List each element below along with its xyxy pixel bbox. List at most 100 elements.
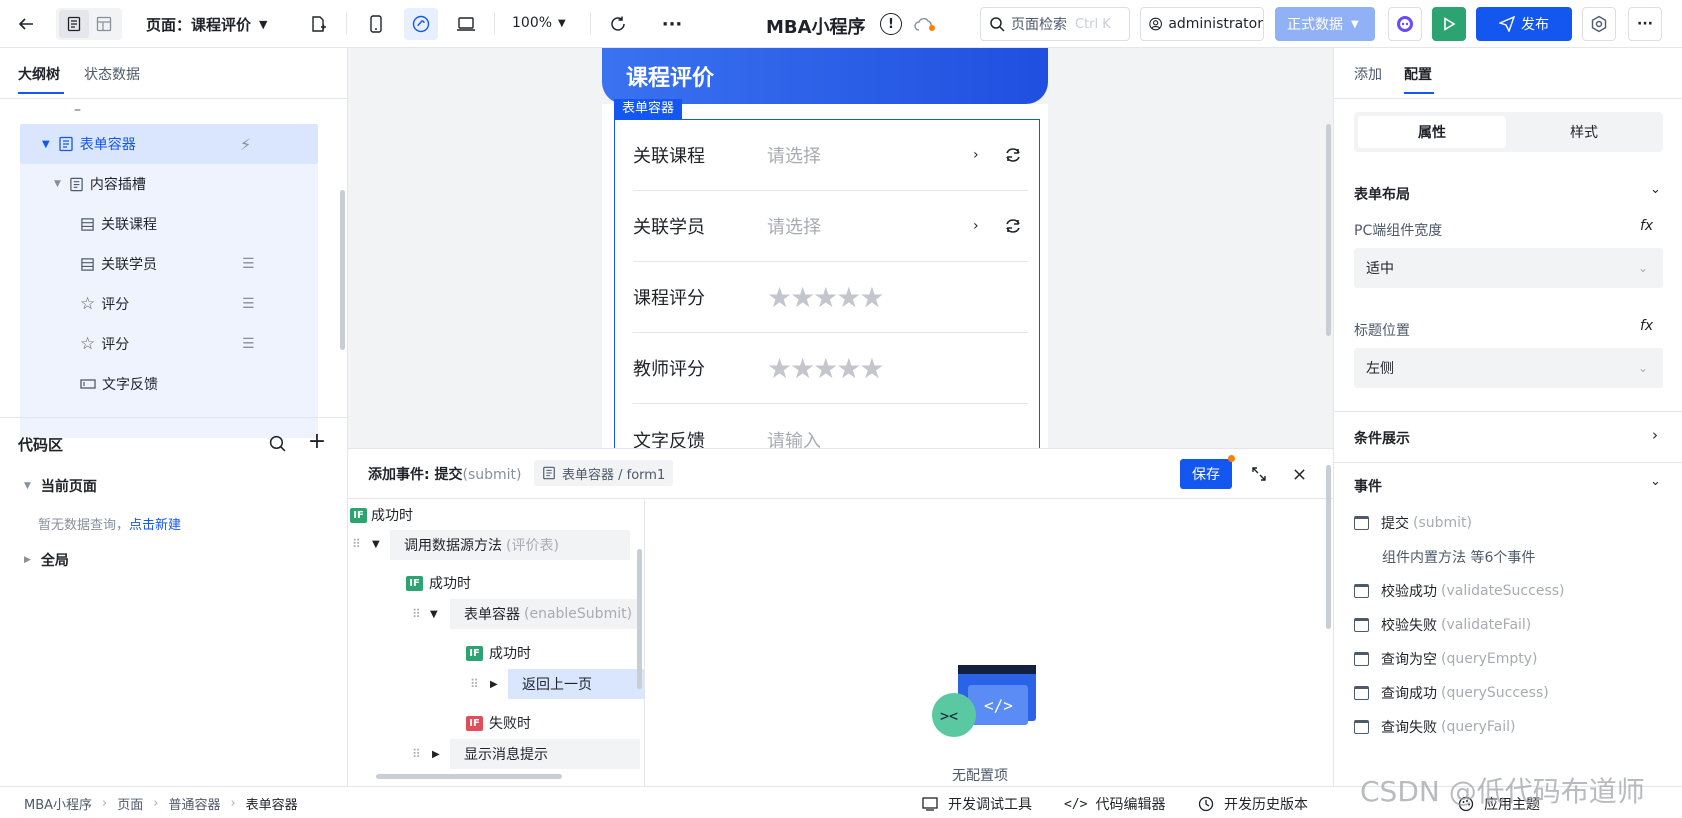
breadcrumb-item[interactable]: 页面 <box>117 794 143 813</box>
more-icon[interactable]: ··· <box>660 12 684 36</box>
global-group[interactable]: ▶ 全局 <box>24 550 69 570</box>
chevron-down-icon[interactable]: ⌄ <box>1650 474 1661 489</box>
fx-icon[interactable]: fx <box>1640 318 1653 334</box>
expand-icon[interactable] <box>1248 463 1270 485</box>
caret-down-icon[interactable]: ▼ <box>430 609 438 620</box>
tree-collapsed-marker: – <box>74 102 81 118</box>
calendar-icon <box>1354 618 1369 632</box>
event-query-empty[interactable]: 查询为空 (queryEmpty) <box>1354 644 1537 674</box>
cloud-sync-icon[interactable] <box>912 12 938 36</box>
event-validate-success[interactable]: 校验成功 (validateSuccess) <box>1354 576 1565 606</box>
field-related-course[interactable]: 关联课程 请选择 › <box>633 120 1028 191</box>
flow-form-container[interactable]: 表单容器 (enableSubmit) <box>450 599 640 629</box>
event-query-fail[interactable]: 查询失败 (queryFail) <box>1354 712 1515 742</box>
caret-down-icon[interactable]: ▼ <box>372 539 380 550</box>
current-page-group[interactable]: ▼ 当前页面 <box>24 476 97 496</box>
settings-icon[interactable] <box>1582 7 1616 41</box>
form-layout-title[interactable]: 表单布局 <box>1354 184 1410 204</box>
page-view-icon[interactable] <box>59 10 89 38</box>
breadcrumb-item[interactable]: MBA小程序 <box>24 794 92 813</box>
tab-outline[interactable]: 大纲树 <box>18 64 60 84</box>
save-button[interactable]: 保存 <box>1180 459 1232 489</box>
field-teacher-rating[interactable]: 教师评分 ★★★★★ <box>633 333 1028 404</box>
tree-node-text-feedback[interactable]: 文字反馈 <box>80 364 158 404</box>
flow-fail[interactable]: IF 失败时 <box>466 713 531 733</box>
info-icon[interactable]: ! <box>880 13 902 35</box>
form-container[interactable]: 关联课程 请选择 › 关联学员 请选择 › 课程评分 ★★★★★ 教师评分 ★★… <box>614 119 1040 448</box>
tab-config[interactable]: 配置 <box>1404 64 1432 84</box>
event-submit[interactable]: 提交 (submit) <box>1354 508 1472 538</box>
title-position-select[interactable]: 左侧 ⌄ <box>1354 348 1663 388</box>
flow-success-2[interactable]: IF 成功时 <box>466 643 531 663</box>
event-builtin-methods[interactable]: 组件内置方法 等6个事件 <box>1382 542 1535 572</box>
tree-node-rating-1[interactable]: ☆ 评分 ☰ <box>80 284 260 324</box>
flow-h-scrollbar[interactable] <box>376 774 562 779</box>
field-course-rating[interactable]: 课程评分 ★★★★★ <box>633 262 1028 333</box>
close-icon[interactable] <box>1288 463 1310 485</box>
drag-handle-icon[interactable]: ⠿ <box>352 537 361 551</box>
add-icon[interactable]: + <box>306 429 328 454</box>
create-query-link[interactable]: 点击新建 <box>129 518 181 533</box>
event-bolt-icon[interactable]: ⚡ <box>240 135 251 154</box>
publish-button[interactable]: 发布 <box>1476 7 1572 41</box>
event-validate-fail[interactable]: 校验失败 (validateFail) <box>1354 610 1531 640</box>
pc-width-select[interactable]: 适中 ⌄ <box>1354 248 1663 288</box>
history-button[interactable]: 开发历史版本 <box>1198 794 1308 814</box>
flow-success-top[interactable]: IF 成功时 <box>350 505 413 525</box>
empty-query-text: 暂无数据查询，点击新建 <box>38 514 181 533</box>
chevron-right-icon: › <box>153 796 159 811</box>
flow-v-scrollbar[interactable] <box>637 549 642 689</box>
mobile-preview-icon[interactable] <box>364 12 388 36</box>
tree-node-slot[interactable]: ▼ 内容插槽 <box>54 164 146 204</box>
flow-show-message[interactable]: 显示消息提示 <box>450 739 640 769</box>
drag-handle-icon[interactable]: ⠿ <box>412 747 421 761</box>
page-search-input[interactable]: 页面检索 Ctrl K <box>980 7 1130 41</box>
seg-style[interactable]: 样式 <box>1510 116 1658 148</box>
config-scrollbar[interactable] <box>1326 465 1331 629</box>
pc-preview-icon[interactable] <box>454 12 478 36</box>
chevron-down-icon[interactable]: ⌄ <box>1650 182 1661 197</box>
flow-call-datasource[interactable]: 调用数据源方法 (评价表) <box>390 530 630 560</box>
drag-handle-icon[interactable]: ⠿ <box>470 677 479 691</box>
layout-view-icon[interactable] <box>89 10 119 38</box>
caret-right-icon[interactable]: ▶ <box>490 679 498 690</box>
env-selector[interactable]: 正式数据 ▼ <box>1275 7 1375 41</box>
breadcrumb-item[interactable]: 表单容器 <box>246 794 298 813</box>
rating-stars[interactable]: ★★★★★ <box>767 281 885 314</box>
tab-add[interactable]: 添加 <box>1354 64 1382 84</box>
caret-right-icon[interactable]: ▶ <box>432 749 440 760</box>
tree-node-rating-2[interactable]: ☆ 评分 ☰ <box>80 324 260 364</box>
zoom-selector[interactable]: 100% ▼ <box>512 15 566 31</box>
event-query-success[interactable]: 查询成功 (querySuccess) <box>1354 678 1549 708</box>
more-options-icon[interactable]: ··· <box>1628 7 1662 41</box>
ai-assistant-icon[interactable] <box>1388 7 1422 41</box>
run-button[interactable] <box>1432 7 1466 41</box>
tree-node-related-student[interactable]: 关联学员 ☰ <box>80 244 260 284</box>
page-selector[interactable]: 页面：课程评价 ▼ <box>146 14 267 35</box>
refresh-icon[interactable] <box>606 12 630 36</box>
drag-handle-icon[interactable]: ⠿ <box>412 607 421 621</box>
field-text-feedback[interactable]: 文字反馈 请输入 <box>633 404 1028 449</box>
flow-go-back[interactable]: 返回上一页 <box>508 669 644 699</box>
events-title[interactable]: 事件 <box>1354 476 1382 496</box>
field-related-student[interactable]: 关联学员 请选择 › <box>633 191 1028 262</box>
flow-success-1[interactable]: IF 成功时 <box>406 573 471 593</box>
tree-node-related-course[interactable]: 关联课程 <box>80 204 157 244</box>
debug-tools-button[interactable]: 开发调试工具 <box>922 794 1032 814</box>
user-menu[interactable]: administrator <box>1140 7 1264 41</box>
chevron-right-icon[interactable]: › <box>1652 426 1658 444</box>
fx-icon[interactable]: fx <box>1640 218 1653 234</box>
miniprogram-preview-icon[interactable] <box>404 8 438 40</box>
tree-scrollbar[interactable] <box>340 190 345 350</box>
code-editor-button[interactable]: </> 代码编辑器 <box>1064 794 1165 814</box>
breadcrumb-item[interactable]: 普通容器 <box>168 794 220 813</box>
tree-node-form-container[interactable]: ▼ 表单容器 ⚡ <box>20 124 318 164</box>
rating-stars[interactable]: ★★★★★ <box>767 352 885 385</box>
canvas-scrollbar[interactable] <box>1326 124 1331 336</box>
back-arrow-icon[interactable] <box>14 12 38 36</box>
seg-properties[interactable]: 属性 <box>1358 116 1506 148</box>
tab-state-data[interactable]: 状态数据 <box>84 64 140 84</box>
search-icon[interactable] <box>266 432 288 454</box>
condition-display-title[interactable]: 条件展示 <box>1354 428 1410 448</box>
add-page-icon[interactable] <box>306 12 330 36</box>
